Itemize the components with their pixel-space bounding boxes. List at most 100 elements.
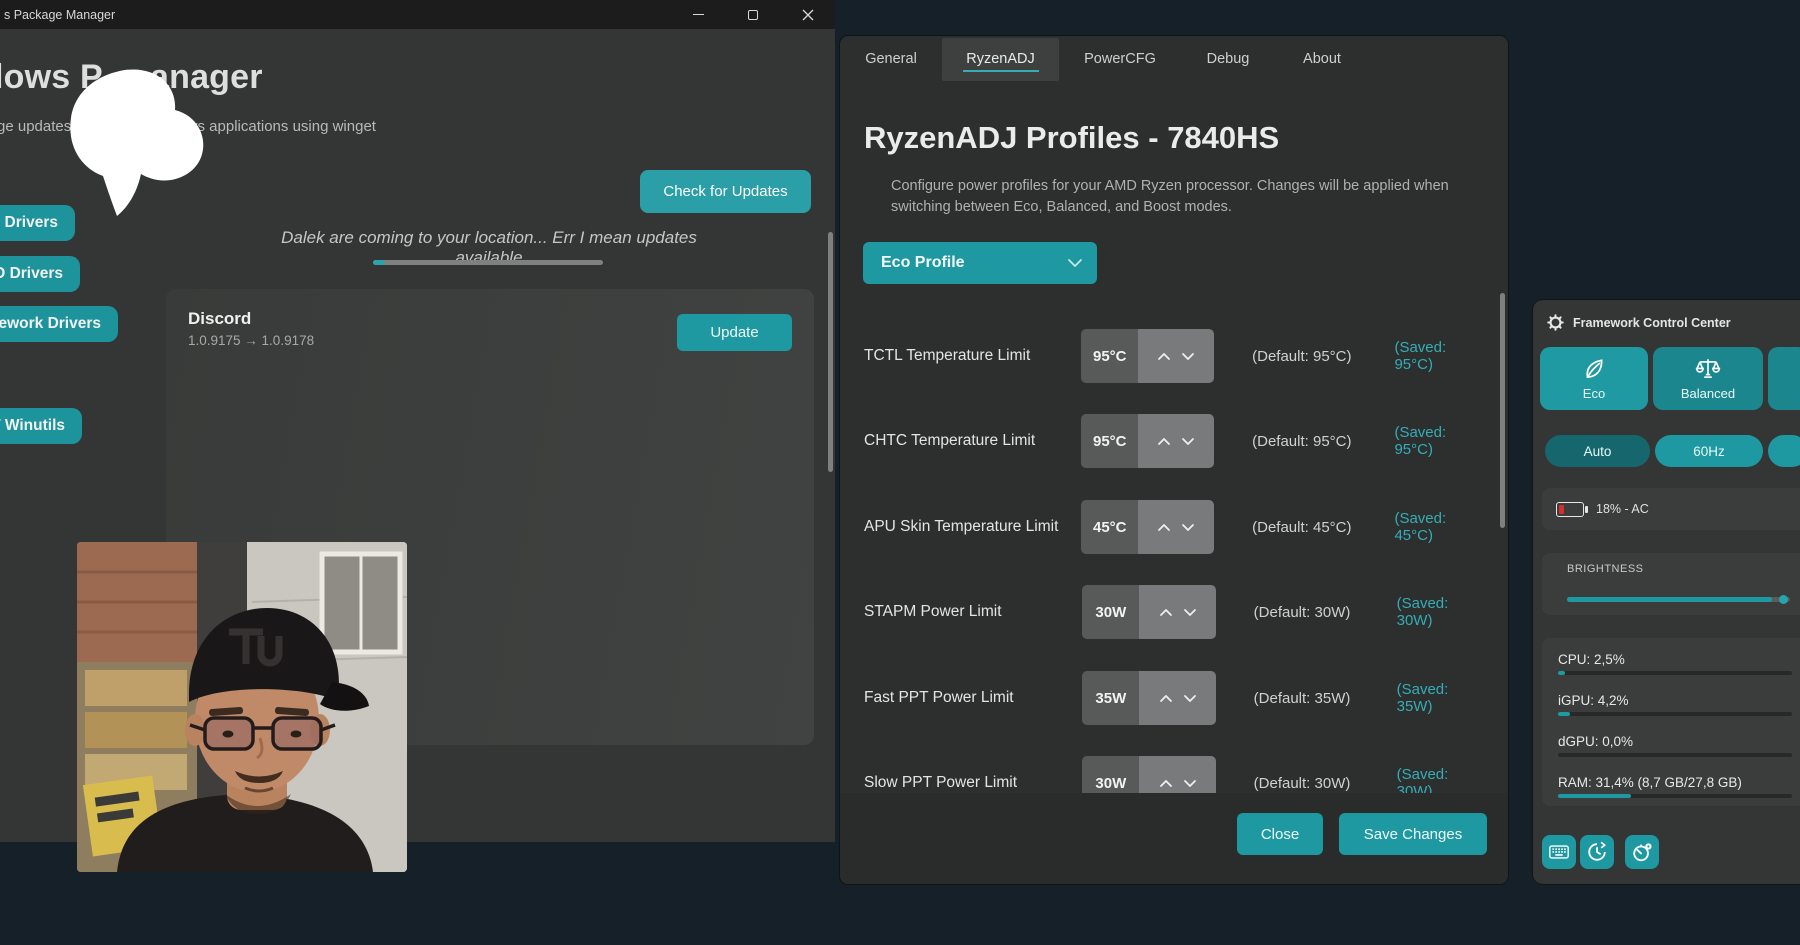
spinner-buttons	[1138, 329, 1214, 383]
mode-label: Eco	[1583, 386, 1605, 401]
setting-row-slow-ppt: Slow PPT Power Limit 30W (Default: 30W) …	[864, 756, 1484, 793]
slider-thumb[interactable]	[1779, 595, 1788, 604]
keyboard-icon	[1548, 841, 1570, 863]
update-button[interactable]: Update	[677, 314, 792, 351]
value-spinner: 95°C	[1081, 329, 1214, 383]
decrement-button[interactable]	[1181, 437, 1195, 446]
leaf-icon	[1581, 356, 1607, 382]
decrement-button[interactable]	[1183, 608, 1197, 617]
spinner-value: 35W	[1082, 671, 1139, 725]
refresh-rate-auto-button[interactable]: Auto	[1545, 435, 1650, 467]
tab-label: About	[1303, 51, 1341, 67]
increment-button[interactable]	[1157, 523, 1171, 532]
panel-header: Framework Control Center	[1547, 314, 1731, 331]
brightness-card: BRIGHTNESS	[1542, 553, 1800, 615]
ram-usage-bar	[1558, 794, 1792, 798]
progress-fill	[373, 260, 385, 265]
power-mode-eco-button[interactable]: Eco	[1540, 347, 1648, 410]
battery-icon	[1556, 502, 1584, 517]
refresh-rate-partial-button[interactable]	[1768, 435, 1800, 467]
keyboard-tool-button[interactable]	[1542, 835, 1576, 869]
chevron-down-icon	[1067, 258, 1083, 268]
saved-value-text: (Saved: 35W)	[1397, 681, 1484, 715]
tab-debug[interactable]: Debug	[1190, 38, 1266, 81]
history-tool-button[interactable]	[1580, 835, 1614, 869]
bar-fill	[1558, 794, 1631, 798]
setting-row-fast-ppt: Fast PPT Power Limit 35W (Default: 35W) …	[864, 671, 1484, 725]
maximize-icon	[748, 10, 758, 20]
tab-ryzenadj[interactable]: RyzenADJ	[942, 38, 1059, 81]
value-spinner: 95°C	[1081, 414, 1214, 468]
setting-label: CHTC Temperature Limit	[864, 432, 1081, 450]
titlebar[interactable]: s Package Manager	[0, 0, 835, 29]
save-changes-button[interactable]: Save Changes	[1339, 813, 1487, 855]
history-icon	[1586, 841, 1608, 863]
spinner-value: 95°C	[1081, 329, 1138, 383]
setting-row-stapm: STAPM Power Limit 30W (Default: 30W) (Sa…	[864, 585, 1484, 639]
spinner-value: 45°C	[1081, 500, 1138, 554]
tab-powercfg[interactable]: PowerCFG	[1078, 38, 1162, 81]
increment-button[interactable]	[1157, 352, 1171, 361]
setting-label: STAPM Power Limit	[864, 603, 1082, 621]
battery-status-card: 18% - AC	[1542, 488, 1800, 530]
tab-about[interactable]: About	[1284, 38, 1360, 81]
bar-fill	[1558, 671, 1565, 675]
decrement-button[interactable]	[1183, 779, 1197, 788]
decrement-button[interactable]	[1181, 523, 1195, 532]
spinner-buttons	[1138, 414, 1214, 468]
cpu-usage-text: CPU: 2,5%	[1558, 652, 1625, 667]
sidebar-button-label: D Drivers	[0, 265, 63, 283]
power-mode-partial-button[interactable]	[1768, 347, 1800, 410]
value-spinner: 30W	[1082, 756, 1215, 793]
dropdown-selected-value: Eco Profile	[863, 254, 1067, 272]
system-stats-card: CPU: 2,5% iGPU: 4,2% dGPU: 0,0% RAM: 31,…	[1542, 638, 1800, 806]
scrollbar-thumb[interactable]	[828, 232, 833, 472]
section-heading: RyzenADJ Profiles - 7840HS	[864, 120, 1279, 156]
refresh-rate-60hz-button[interactable]: 60Hz	[1655, 435, 1763, 467]
tab-label: Debug	[1207, 51, 1250, 67]
settings-rows: TCTL Temperature Limit 95°C (Default: 95…	[840, 326, 1508, 793]
increment-button[interactable]	[1157, 437, 1171, 446]
update-progress-bar	[373, 260, 603, 265]
default-value-text: (Default: 35W)	[1254, 690, 1397, 707]
gauge-tool-button[interactable]	[1625, 835, 1659, 869]
scrollbar-thumb[interactable]	[1500, 293, 1505, 528]
profile-dropdown[interactable]: Eco Profile	[863, 242, 1097, 284]
panel-title: Framework Control Center	[1573, 316, 1731, 330]
power-mode-balanced-button[interactable]: Balanced	[1653, 347, 1763, 410]
minimize-icon	[693, 14, 704, 16]
spinner-value: 30W	[1082, 756, 1139, 793]
maximize-button[interactable]	[736, 0, 770, 29]
value-spinner: 45°C	[1081, 500, 1214, 554]
close-button[interactable]	[791, 0, 825, 29]
cpu-usage-bar	[1558, 671, 1792, 675]
igpu-usage-bar	[1558, 712, 1792, 716]
tab-label: General	[865, 51, 917, 67]
increment-button[interactable]	[1159, 779, 1173, 788]
gauge-icon	[1631, 841, 1653, 863]
setting-label: Fast PPT Power Limit	[864, 689, 1082, 707]
package-name: Discord	[188, 309, 251, 329]
framework-control-center-panel: Framework Control Center Eco Balanced Au…	[1533, 300, 1800, 884]
tab-general[interactable]: General	[850, 38, 932, 81]
close-icon	[802, 9, 814, 21]
balance-scales-icon	[1695, 356, 1721, 382]
default-value-text: (Default: 30W)	[1254, 604, 1397, 621]
increment-button[interactable]	[1159, 694, 1173, 703]
setting-label: TCTL Temperature Limit	[864, 347, 1081, 365]
decrement-button[interactable]	[1183, 694, 1197, 703]
check-for-updates-button[interactable]: Check for Updates	[640, 170, 811, 213]
close-dialog-button[interactable]: Close	[1237, 813, 1323, 855]
dialog-footer: Close Save Changes	[840, 793, 1508, 884]
battery-level-fill	[1559, 505, 1564, 514]
increment-button[interactable]	[1159, 608, 1173, 617]
minimize-button[interactable]	[681, 0, 715, 29]
sidebar-button-winutils[interactable]: T Winutils	[0, 408, 82, 444]
webcam-portrait	[77, 542, 407, 872]
brightness-label: BRIGHTNESS	[1567, 563, 1644, 575]
sidebar-button-framework-drivers[interactable]: mework Drivers	[0, 306, 118, 342]
sidebar-button-drivers-2[interactable]: D Drivers	[0, 256, 80, 292]
decrement-button[interactable]	[1181, 352, 1195, 361]
brightness-slider[interactable]	[1567, 597, 1790, 602]
spinner-value: 30W	[1082, 585, 1139, 639]
